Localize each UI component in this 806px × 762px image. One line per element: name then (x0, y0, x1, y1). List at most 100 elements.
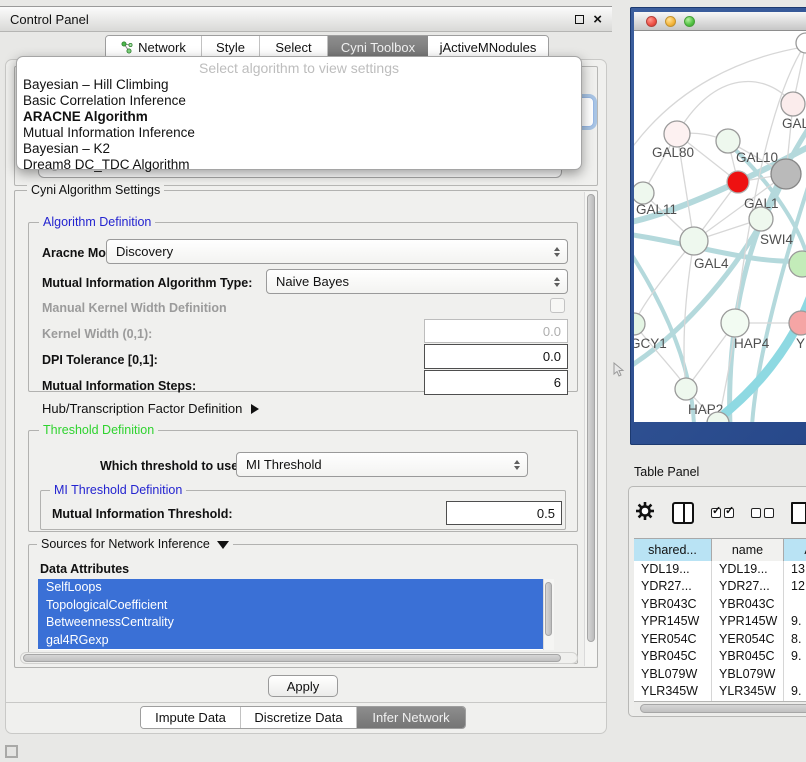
attribute-item[interactable]: gal4RGexp (38, 632, 543, 650)
float-window-icon[interactable] (575, 15, 584, 24)
tab-select[interactable]: Select (260, 36, 328, 58)
attribute-item[interactable]: SelfLoops (38, 579, 543, 597)
select-all-checkboxes-icon[interactable] (711, 508, 734, 518)
table-cell[interactable]: YBR045C (712, 648, 784, 665)
mi-threshold-field[interactable]: 0.5 (446, 501, 562, 525)
network-node-gal11[interactable] (634, 182, 654, 204)
table-row[interactable]: YBR045CYBR045C9. (634, 648, 806, 665)
table-cell[interactable]: YDL19... (712, 561, 784, 578)
table-cell[interactable]: YBL079W (712, 666, 784, 683)
column-header-shared-name[interactable]: shared... (634, 539, 712, 561)
tab-style[interactable]: Style (202, 36, 260, 58)
tab-cyni-toolbox[interactable]: Cyni Toolbox (328, 36, 428, 58)
table-row[interactable]: YER054CYER054C8. (634, 631, 806, 648)
table-row[interactable]: YLR345WYLR345W9. (634, 683, 806, 700)
table-cell[interactable]: YLR345W (634, 683, 712, 700)
kernel-width-field[interactable]: 0.0 (424, 319, 568, 343)
tab-infer-network[interactable]: Infer Network (357, 707, 465, 728)
network-node[interactable] (789, 251, 806, 277)
table-cell[interactable]: 13 (784, 561, 806, 578)
table-cell[interactable]: 12 (784, 578, 806, 595)
table-cell[interactable]: 9. (784, 648, 806, 665)
tab-impute-data[interactable]: Impute Data (141, 707, 241, 728)
table-cell[interactable]: YBR043C (634, 596, 712, 613)
attribute-list-scrollbar-thumb[interactable] (545, 582, 552, 636)
table-row[interactable]: YDL19...YDL19...13 (634, 561, 806, 578)
attribute-list-scrollbar-track[interactable] (543, 579, 554, 650)
network-node-hap2[interactable] (675, 378, 697, 400)
mi-type-combo[interactable]: Naive Bayes (266, 269, 568, 294)
network-view-window[interactable]: GALGAL80GAL10GAL1GAL11SWI4GAL4GCY1HAP4YH… (630, 7, 806, 445)
table-row[interactable]: YBL079WYBL079W (634, 666, 806, 683)
network-node-gcy1[interactable] (634, 313, 645, 335)
table-cell[interactable]: YPR145W (634, 613, 712, 630)
table-cell[interactable]: YDL19... (634, 561, 712, 578)
table-cell[interactable] (784, 666, 806, 683)
settings-scrollbar-track[interactable] (584, 192, 597, 666)
apply-button[interactable]: Apply (268, 675, 338, 697)
close-icon[interactable]: × (593, 15, 602, 24)
close-traffic-light-icon[interactable] (646, 16, 657, 27)
dropdown-item[interactable]: Bayesian – Hill Climbing (17, 77, 581, 93)
aracne-mode-combo[interactable]: Discovery (106, 239, 568, 264)
network-graph[interactable]: GALGAL80GAL10GAL1GAL11SWI4GAL4GCY1HAP4YH… (634, 31, 806, 422)
table-hscrollbar-thumb[interactable] (640, 704, 806, 713)
settings-hscrollbar-track[interactable] (20, 652, 578, 664)
attribute-item[interactable]: BetweennessCentrality (38, 614, 543, 632)
table-cell[interactable]: 9. (784, 683, 806, 700)
zoom-traffic-light-icon[interactable] (684, 16, 695, 27)
sources-legend[interactable]: Sources for Network Inference (37, 537, 233, 551)
table-cell[interactable]: YLR345W (712, 683, 784, 700)
which-threshold-combo[interactable]: MI Threshold (236, 452, 528, 477)
table-row[interactable]: YDR27...YDR27...12 (634, 578, 806, 595)
network-node[interactable] (796, 33, 806, 53)
table-cell[interactable]: YBR043C (712, 596, 784, 613)
table-cell[interactable]: 9. (784, 613, 806, 630)
column-header-name[interactable]: name (712, 539, 784, 561)
dropdown-item[interactable]: Mutual Information Inference (17, 125, 581, 141)
table-cell[interactable]: YDR27... (712, 578, 784, 595)
hub-expander[interactable]: Hub/Transcription Factor Definition (42, 401, 259, 416)
tab-network[interactable]: Network (106, 36, 202, 58)
table-cell[interactable]: 8. (784, 631, 806, 648)
network-node-gal1[interactable] (727, 171, 749, 193)
dropdown-item[interactable]: Bayesian – K2 (17, 141, 581, 157)
table-cell[interactable]: YPR145W (712, 613, 784, 630)
dropdown-item[interactable]: ARACNE Algorithm (17, 109, 581, 125)
attribute-item[interactable]: TopologicalCoefficient (38, 597, 543, 615)
network-node-gal[interactable] (781, 92, 805, 116)
deselect-all-checkboxes-icon[interactable] (751, 508, 774, 518)
column-browser-icon[interactable] (672, 502, 694, 524)
new-table-icon[interactable] (791, 502, 806, 524)
network-node-swi4[interactable] (749, 207, 773, 231)
column-header-clipped[interactable]: A (784, 539, 806, 561)
minimize-traffic-light-icon[interactable] (665, 16, 676, 27)
gear-icon[interactable] (635, 501, 655, 526)
panel-grip[interactable] (5, 745, 18, 758)
tab-jactivemnodules[interactable]: jActiveMNodules (428, 36, 548, 58)
tab-discretize-data[interactable]: Discretize Data (241, 707, 357, 728)
dropdown-item[interactable]: Dream8 DC_TDC Algorithm (17, 157, 581, 173)
network-node-hap4[interactable] (721, 309, 749, 337)
network-node[interactable] (771, 159, 801, 189)
table-cell[interactable] (784, 596, 806, 613)
network-node-gal4[interactable] (680, 227, 708, 255)
manual-kernel-checkbox[interactable] (550, 298, 565, 313)
dropdown-item[interactable]: Basic Correlation Inference (17, 93, 581, 109)
settings-hscrollbar-thumb[interactable] (23, 654, 561, 662)
mi-steps-field[interactable]: 6 (424, 370, 568, 395)
table-row[interactable]: YBR043CYBR043C (634, 596, 806, 613)
table-cell[interactable]: YBL079W (634, 666, 712, 683)
network-node-gal80[interactable] (664, 121, 690, 147)
data-attributes-list[interactable]: SelfLoopsTopologicalCoefficientBetweenne… (38, 579, 543, 650)
table-row[interactable]: YPR145WYPR145W9. (634, 613, 806, 630)
dpi-tolerance-field[interactable]: 0.0 (424, 344, 568, 369)
table-hscrollbar-track[interactable] (634, 701, 806, 715)
table-cell[interactable]: YBR045C (634, 648, 712, 665)
network-canvas[interactable]: GALGAL80GAL10GAL1GAL11SWI4GAL4GCY1HAP4YH… (634, 31, 806, 422)
table-cell[interactable]: YDR27... (634, 578, 712, 595)
table-cell[interactable]: YER054C (634, 631, 712, 648)
network-node-y[interactable] (789, 311, 806, 335)
settings-scrollbar-thumb[interactable] (587, 194, 595, 642)
network-window-titlebar[interactable] (634, 12, 806, 31)
